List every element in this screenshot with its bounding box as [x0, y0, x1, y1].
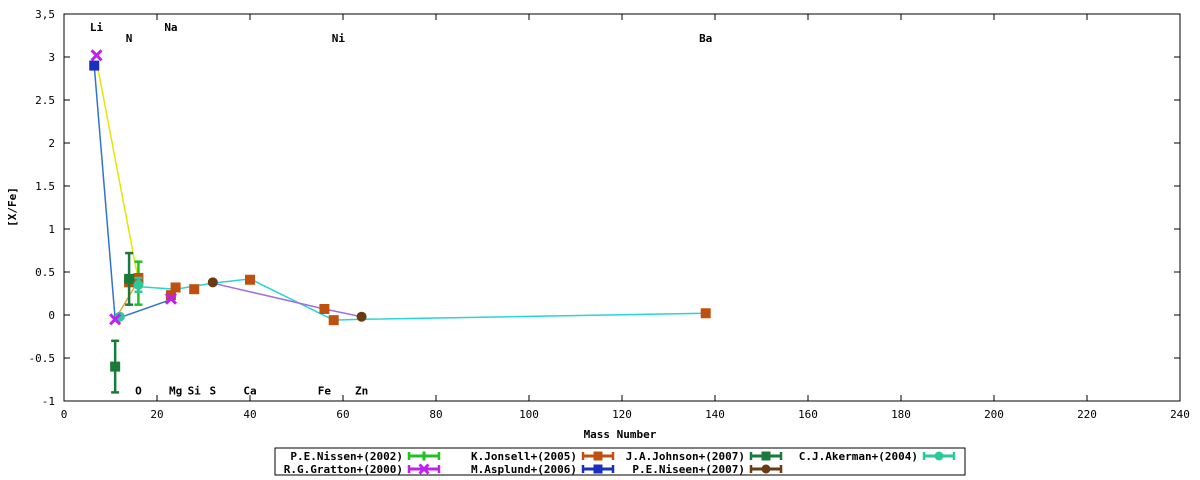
legend-swatch-marker — [593, 464, 603, 474]
legend-swatch-marker — [593, 451, 603, 461]
legend-swatch-marker — [761, 451, 771, 461]
y-tick-label: 0 — [48, 309, 55, 322]
data-point — [124, 273, 135, 284]
data-point — [133, 279, 144, 290]
y-tick-label: 2.5 — [35, 94, 55, 107]
data-point — [207, 277, 218, 288]
x-axis-title: Mass Number — [584, 428, 657, 441]
legend: P.E.Nissen+(2002) K.Jonsell+(2005) J.A.Joh… — [274, 447, 966, 476]
element-label-bottom: Fe — [318, 385, 332, 398]
element-labels: Li N Na Ni Ba O Mg Si S Ca Fe Zn — [90, 21, 712, 398]
data-point — [110, 361, 121, 372]
data-point — [89, 60, 100, 71]
y-tick-label: 1.5 — [35, 180, 55, 193]
y-tick-label: 2 — [48, 137, 55, 150]
y-tick-label: -0.5 — [29, 352, 56, 365]
legend-label: R.G.Gratton+(2000) — [284, 463, 403, 476]
element-label-bottom: Mg — [169, 385, 182, 398]
x-tick-label: 160 — [798, 408, 818, 421]
trend-line — [212, 282, 362, 318]
x-tick-label: 80 — [429, 408, 442, 421]
element-label-top: Na — [164, 21, 177, 34]
legend-label: P.E.Niseen+(2007) — [632, 463, 745, 476]
x-tick-label: 220 — [1077, 408, 1097, 421]
x-tick-label: 200 — [984, 408, 1004, 421]
legend-swatch-marker — [934, 451, 944, 461]
data-point — [700, 308, 711, 319]
element-label-top: N — [126, 32, 133, 45]
data-point — [170, 282, 181, 293]
y-tick-label: 3 — [48, 51, 55, 64]
y-tick-label: 3,5 — [35, 8, 55, 21]
axes: 0 20 40 60 80 100 120 140 160 180 200 220 240-1-0.50… — [29, 8, 1190, 421]
x-tick-label: 60 — [336, 408, 349, 421]
chart: 0 20 40 60 80 100 120 140 160 180 200 220 240-1-0.50… — [6, 8, 1190, 476]
element-label-bottom: O — [135, 385, 142, 398]
x-tick-label: 140 — [705, 408, 725, 421]
x-tick-label: 120 — [612, 408, 632, 421]
x-tick-label: 240 — [1170, 408, 1190, 421]
legend-label: P.E.Nissen+(2002) — [290, 450, 403, 463]
data-point — [245, 274, 255, 285]
element-label-bottom: S — [209, 385, 216, 398]
legend-label: C.J.Akerman+(2004) — [799, 450, 918, 463]
y-axis-title: [X/Fe] — [6, 187, 19, 227]
legend-label: M.Asplund+(2006) — [471, 463, 577, 476]
element-label-top: Ba — [699, 32, 712, 45]
legend-swatch-marker — [761, 464, 771, 474]
data-point — [328, 315, 339, 326]
plot-frame — [63, 13, 1181, 402]
legend-label: K.Jonsell+(2005) — [471, 450, 577, 463]
element-label-bottom: Si — [188, 385, 202, 398]
x-tick-label: 20 — [150, 408, 163, 421]
element-label-top: Li — [90, 21, 104, 34]
data-point — [319, 303, 330, 314]
trend-lines — [93, 61, 706, 321]
x-tick-label: 180 — [891, 408, 911, 421]
x-tick-label: 0 — [61, 408, 68, 421]
element-label-bottom: Ca — [243, 385, 256, 398]
x-tick-label: 100 — [519, 408, 539, 421]
element-label-bottom: Zn — [355, 385, 368, 398]
y-tick-label: 1 — [48, 223, 55, 236]
data-point — [189, 284, 200, 295]
y-tick-label: -1 — [42, 395, 55, 408]
element-label-top: Ni — [332, 32, 346, 45]
x-tick-label: 40 — [243, 408, 256, 421]
data-point — [90, 49, 103, 62]
data-point — [356, 311, 367, 322]
y-tick-label: 0.5 — [35, 266, 55, 279]
data-marks — [89, 49, 711, 394]
legend-label: J.A.Johnson+(2007) — [626, 450, 745, 463]
